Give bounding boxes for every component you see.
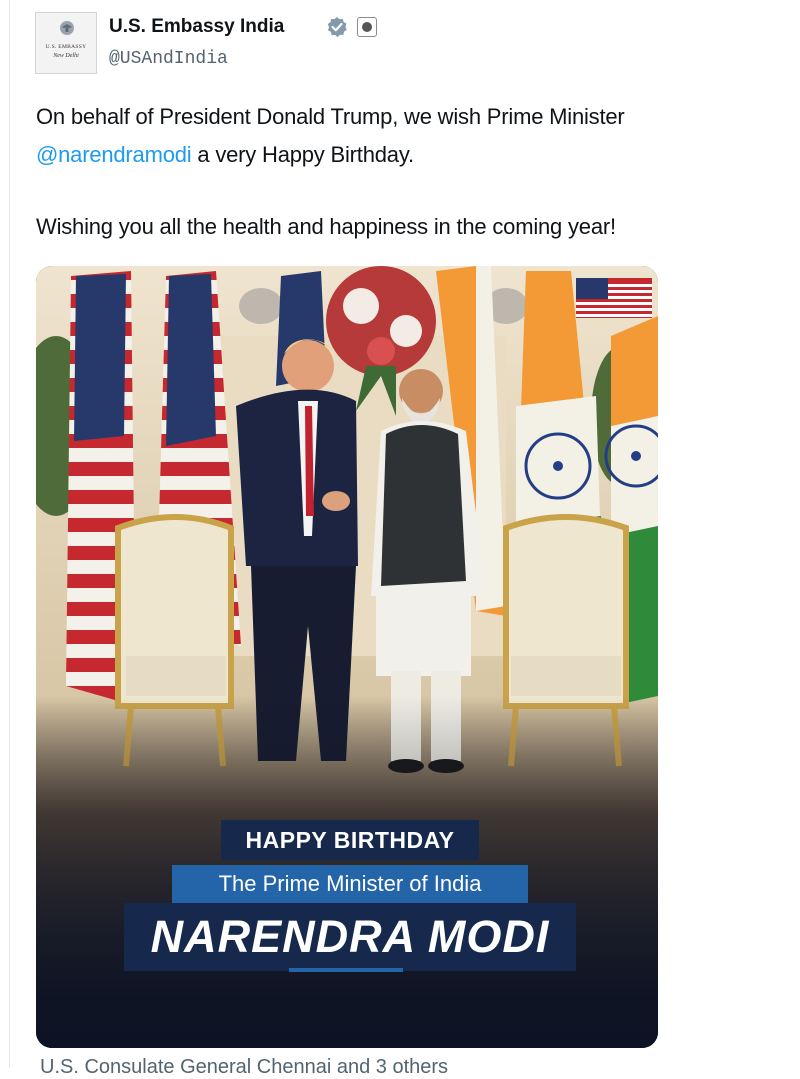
happy-birthday-banner: HAPPY BIRTHDAY	[221, 820, 479, 860]
tweet-media-image[interactable]: HAPPY BIRTHDAY The Prime Minister of Ind…	[36, 266, 658, 1048]
tweet-text-line-2-rest: a very Happy Birthday.	[191, 142, 414, 167]
tweet-text-line-2: @narendramodi a very Happy Birthday.	[36, 142, 414, 168]
government-seal-icon	[357, 17, 377, 37]
account-name[interactable]: U.S. Embassy India	[109, 16, 284, 38]
honoree-name-banner: NARENDRA MODI	[124, 903, 576, 971]
timeline-border	[9, 0, 10, 1068]
avatar-line-2: New Delhi	[53, 53, 79, 59]
avatar[interactable]: U.S. EMBASSY New Delhi	[35, 12, 97, 74]
mention-link[interactable]: @narendramodi	[36, 142, 192, 167]
us-flag-icon	[576, 278, 652, 318]
verified-badge-icon	[327, 17, 347, 37]
tweet-text-line-3: Wishing you all the health and happiness…	[36, 214, 616, 239]
account-handle[interactable]: @USAndIndia	[109, 49, 228, 69]
prime-minister-subtitle: The Prime Minister of India	[172, 865, 528, 903]
eagle-seal-icon	[60, 21, 74, 35]
banner-accent-line	[289, 968, 403, 972]
avatar-line-1: U.S. EMBASSY	[45, 44, 87, 50]
tweet-text-line-1: On behalf of President Donald Trump, we …	[36, 104, 625, 129]
